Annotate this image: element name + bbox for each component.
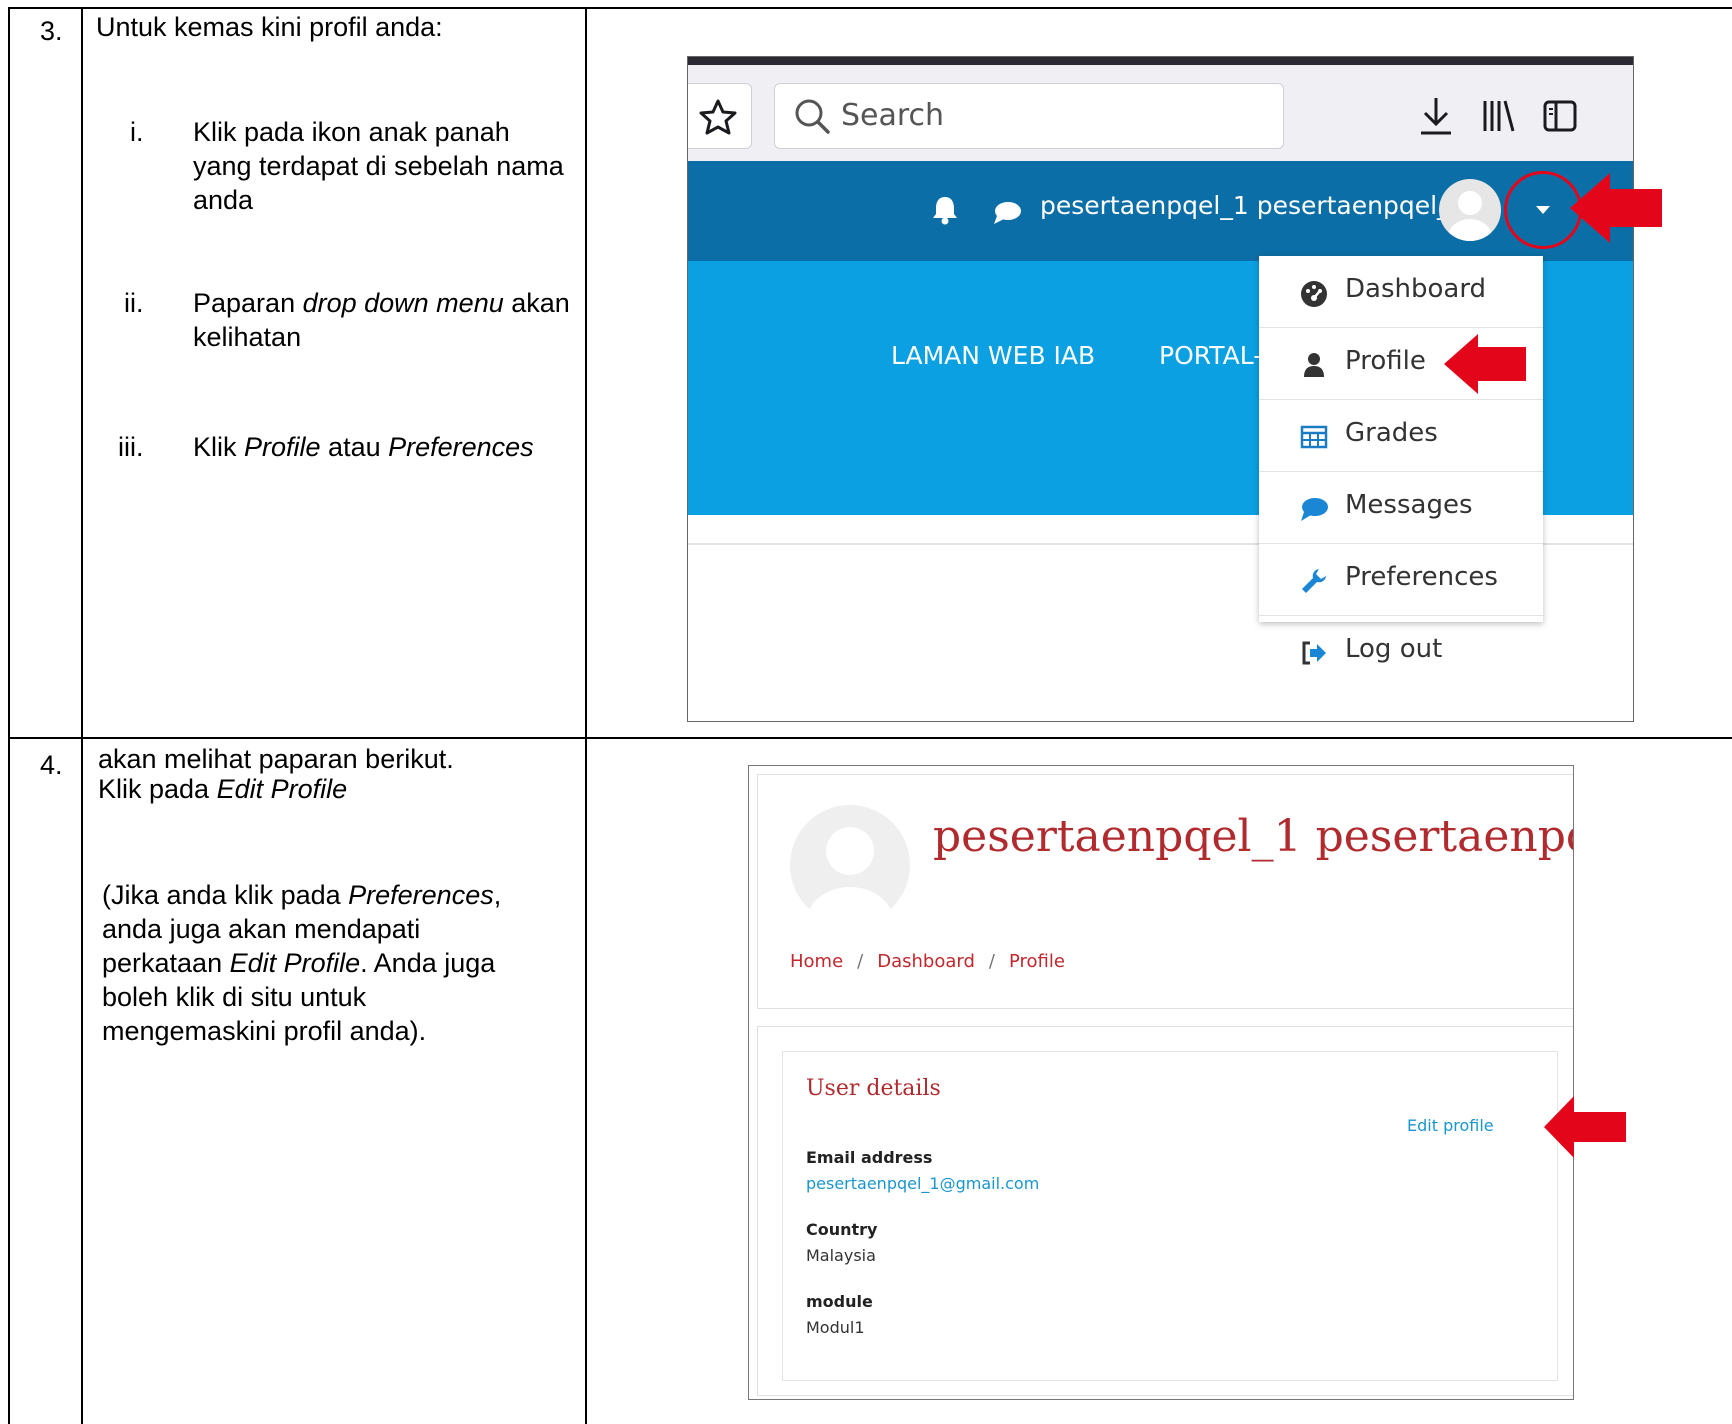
table-border-top	[8, 7, 1732, 9]
profile-full-name: pesertaenpqel_1 pesertaenpqe	[933, 811, 1574, 862]
edit-profile-link[interactable]: Edit profile	[1407, 1116, 1494, 1135]
field-value-country: Malaysia	[806, 1246, 876, 1265]
download-icon[interactable]	[1416, 95, 1456, 139]
field-label-email: Email address	[806, 1148, 933, 1167]
screenshot-profile-page: pesertaenpqel_1 pesertaenpqe Home / Dashbo…	[748, 765, 1574, 1400]
nav-portal[interactable]: PORTAL-	[1159, 341, 1262, 370]
red-arrow-edit-profile-icon	[1544, 1096, 1626, 1158]
user-avatar[interactable]	[1439, 179, 1501, 241]
menu-item-messages-label: Messages	[1345, 490, 1473, 520]
library-icon[interactable]	[1478, 95, 1518, 139]
table-column-divider-1	[81, 7, 83, 1424]
bell-icon[interactable]	[928, 193, 962, 227]
step-4-note-em2: Edit Profile	[229, 948, 361, 978]
chat-icon[interactable]	[990, 196, 1024, 230]
table-column-divider-2	[585, 7, 587, 1424]
menu-item-profile-label: Profile	[1345, 346, 1426, 376]
red-arrow-profile-icon	[1444, 334, 1526, 394]
step-3-intro: Untuk kemas kini profil anda:	[96, 12, 443, 42]
menu-item-log-out-label: Log out	[1345, 634, 1443, 664]
step-3-item-3-numeral: iii.	[118, 432, 144, 462]
menu-item-preferences[interactable]: Preferences	[1259, 544, 1543, 616]
profile-header-card: pesertaenpqel_1 pesertaenpqe Home / Dashbo…	[757, 774, 1574, 1009]
menu-item-dashboard[interactable]: Dashboard	[1259, 256, 1543, 328]
step-3-item-1-text: Klik pada ikon anak panah yang terdapat …	[193, 117, 564, 215]
menu-item-dashboard-label: Dashboard	[1345, 274, 1487, 304]
user-dropdown-menu: Dashboard Profile Grades Messages Prefer…	[1259, 256, 1543, 665]
step-3-item-3-text-b: atau	[320, 432, 389, 462]
menu-item-grades[interactable]: Grades	[1259, 400, 1543, 472]
bookmark-star-button[interactable]	[688, 83, 752, 149]
profile-avatar	[790, 805, 910, 925]
browser-search-box[interactable]: Search	[774, 83, 1284, 149]
step-3-item-1-numeral: i.	[130, 117, 144, 147]
step-4-line-1: akan melihat paparan berikut.	[98, 744, 454, 774]
menu-item-grades-label: Grades	[1345, 418, 1438, 448]
breadcrumb-home[interactable]: Home	[790, 951, 843, 972]
step-3-number: 3.	[40, 16, 63, 46]
site-navbar: pesertaenpqel_1 pesertaenpqel_1	[688, 161, 1633, 261]
breadcrumb: Home / Dashboard / Profile	[790, 951, 1065, 972]
wrench-icon	[1302, 569, 1326, 593]
step-3-item-3-text-em: Profile	[244, 432, 321, 462]
step-4-note-a: (Jika anda klik pada	[102, 880, 349, 910]
menu-item-preferences-label: Preferences	[1345, 562, 1498, 592]
message-icon	[1301, 498, 1328, 521]
search-placeholder: Search	[841, 98, 945, 133]
step-3-item-2-text-em: drop down menu	[302, 288, 504, 318]
table-border-left	[8, 7, 10, 1424]
nav-laman-web-iab[interactable]: LAMAN WEB IAB	[891, 341, 1095, 370]
red-arrow-caret-icon	[1570, 173, 1662, 243]
user-details-section: User details Edit profile Email address …	[782, 1051, 1558, 1381]
field-value-module: Modul1	[806, 1318, 865, 1337]
star-icon	[699, 99, 737, 135]
step-4-line-2-em: Edit Profile	[216, 774, 348, 804]
menu-item-messages[interactable]: Messages	[1259, 472, 1543, 544]
step-3-item-3-text: Klik Profile atau Preferences	[193, 430, 613, 464]
user-details-title: User details	[806, 1076, 941, 1101]
step-4-note-em1: Preferences	[348, 880, 494, 910]
sign-out-icon	[1302, 641, 1326, 665]
step-3-item-2-numeral: ii.	[124, 288, 144, 318]
field-value-email[interactable]: pesertaenpqel_1@gmail.com	[806, 1174, 1039, 1193]
avatar-silhouette-icon	[1448, 191, 1492, 241]
step-3-item-3-text-em2: Preferences	[388, 432, 534, 462]
step-3-item-2-text-a: Paparan	[193, 288, 303, 318]
menu-item-log-out[interactable]: Log out	[1259, 616, 1543, 688]
sidebar-icon[interactable]	[1540, 95, 1580, 139]
dashboard-icon	[1301, 281, 1327, 307]
table-icon	[1300, 425, 1328, 449]
browser-top-bar	[688, 57, 1633, 65]
breadcrumb-dashboard[interactable]: Dashboard	[877, 951, 975, 972]
step-3-item-2-text: Paparan drop down menu akan kelihatan	[193, 286, 573, 354]
user-full-name[interactable]: pesertaenpqel_1 pesertaenpqel_1	[1040, 191, 1465, 220]
field-label-module: module	[806, 1292, 873, 1311]
step-4-line-2-a: Klik pada	[98, 774, 217, 804]
search-icon	[795, 99, 830, 134]
table-border-middle	[8, 737, 1732, 739]
avatar-silhouette-icon	[806, 827, 894, 925]
user-icon	[1304, 353, 1324, 377]
field-label-country: Country	[806, 1220, 878, 1239]
step-4-number: 4.	[40, 750, 63, 780]
step-3-item-3-text-a: Klik	[193, 432, 245, 462]
user-details-card: User details Edit profile Email address …	[757, 1026, 1573, 1396]
breadcrumb-profile[interactable]: Profile	[1009, 951, 1065, 972]
step-4-note: (Jika anda klik pada Preferences, anda j…	[102, 878, 522, 1048]
browser-toolbar: Search	[688, 65, 1633, 161]
step-4-line-2: Klik pada Edit Profile	[98, 772, 347, 806]
